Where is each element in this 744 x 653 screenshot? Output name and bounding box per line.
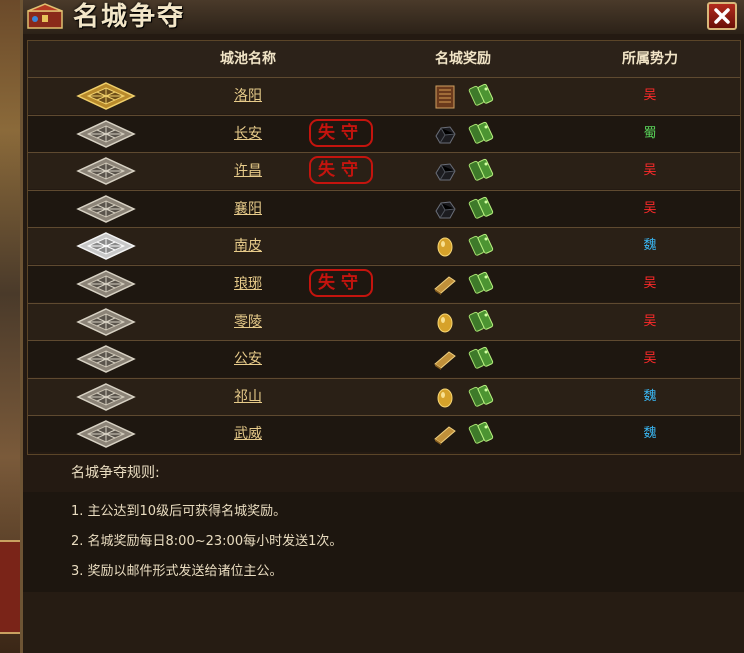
window-title: 名城争夺 — [73, 2, 186, 32]
faction-label: 魏 — [643, 388, 657, 404]
green-jade-icon[interactable] — [468, 121, 496, 151]
city-name-link[interactable]: 南皮 — [208, 228, 288, 264]
city-name-link[interactable]: 琅琊 — [208, 266, 288, 302]
table-row: 长安 失守 蜀 — [28, 114, 740, 152]
city-name-link[interactable]: 武威 — [208, 416, 288, 452]
faction-label: 吴 — [643, 276, 657, 291]
green-jade-icon[interactable] — [468, 346, 496, 376]
rules-area: 1. 主公达到10级后可获得名城奖励。 2. 名城奖励每日8:00~23:00每… — [23, 492, 744, 592]
city-name-link[interactable]: 许昌 — [208, 153, 288, 189]
faction-label: 吴 — [643, 200, 657, 216]
lost-stamp: 失守 — [309, 269, 373, 297]
title-bar: 名城争夺 — [23, 0, 744, 34]
rule-item: 3. 奖励以邮件形式发送给诸位主公。 — [71, 564, 283, 579]
city-map-icon — [76, 307, 136, 337]
gold-bar-icon[interactable] — [433, 273, 457, 301]
faction-label: 吴 — [643, 313, 657, 329]
rule-item: 1. 主公达到10级后可获得名城奖励。 — [71, 504, 287, 519]
header-faction: 所属势力 — [622, 51, 678, 67]
treasure-chest-icon — [27, 3, 63, 29]
gold-bar-icon[interactable] — [433, 348, 457, 376]
rule-item: 2. 名城奖励每日8:00~23:00每小时发送1次。 — [71, 534, 343, 549]
gold-nugget-icon[interactable] — [433, 235, 457, 263]
city-name-link[interactable]: 祁山 — [208, 379, 288, 415]
faction-label: 吴 — [643, 163, 657, 179]
table-row: 琅琊 失守 吴 — [28, 265, 740, 302]
gold-nugget-icon[interactable] — [433, 386, 457, 414]
faction-label: 吴 — [643, 88, 657, 103]
green-jade-icon[interactable] — [468, 196, 496, 226]
city-map-icon — [76, 419, 136, 449]
table-row: 洛阳 吴 — [28, 77, 740, 114]
black-ore-icon[interactable] — [433, 160, 457, 188]
city-table: 城池名称 名城奖励 所属势力 洛阳吴长安 失守蜀许昌 失守吴襄阳吴南皮魏琅琊 失守吴零… — [27, 40, 741, 455]
city-map-icon — [76, 119, 136, 149]
lost-stamp: 失守 — [309, 118, 373, 147]
book-icon[interactable] — [433, 85, 457, 113]
city-name-link[interactable]: 洛阳 — [208, 78, 288, 114]
city-name-link[interactable]: 零陵 — [208, 304, 288, 340]
black-ore-icon[interactable] — [433, 123, 457, 151]
green-jade-icon[interactable] — [468, 158, 496, 188]
table-row: 许昌 失守 吴 — [28, 152, 740, 190]
silver-city-map-icon — [76, 231, 136, 261]
gold-city-map-icon — [76, 81, 136, 111]
table-row: 公安 吴 — [28, 340, 740, 378]
table-row: 襄阳 吴 — [28, 189, 740, 227]
green-jade-icon[interactable] — [468, 271, 496, 301]
faction-label: 魏 — [643, 426, 657, 442]
gold-bar-icon[interactable] — [433, 423, 457, 451]
gold-nugget-icon[interactable] — [433, 311, 457, 339]
city-map-icon — [76, 194, 136, 224]
faction-label: 魏 — [643, 238, 657, 254]
green-jade-icon[interactable] — [468, 233, 496, 263]
header-city-name: 城池名称 — [220, 51, 276, 67]
city-map-icon — [76, 382, 136, 412]
green-jade-icon[interactable] — [468, 384, 496, 414]
green-jade-icon[interactable] — [468, 83, 496, 113]
faction-label: 吴 — [643, 351, 657, 367]
close-button[interactable] — [707, 2, 737, 30]
city-name-link[interactable]: 长安 — [208, 116, 288, 152]
table-header: 城池名称 名城奖励 所属势力 — [28, 41, 740, 77]
green-jade-icon[interactable] — [468, 421, 496, 451]
famous-city-panel: 名城争夺 城池名称 名城奖励 所属势力 洛阳吴长安 失守蜀许昌 失守吴襄阳吴南皮魏琅… — [20, 0, 744, 653]
close-icon — [714, 8, 730, 24]
black-ore-icon[interactable] — [433, 198, 457, 226]
city-name-link[interactable]: 襄阳 — [208, 191, 288, 227]
table-row: 零陵 吴 — [28, 302, 740, 340]
faction-label: 蜀 — [643, 125, 657, 141]
panel-footer — [23, 592, 744, 653]
city-name-link[interactable]: 公安 — [208, 341, 288, 377]
header-city-reward: 名城奖励 — [435, 51, 491, 67]
rules-title: 名城争夺规则: — [71, 465, 160, 481]
table-row: 武威 魏 — [28, 415, 740, 453]
lost-stamp: 失守 — [309, 156, 373, 185]
city-map-icon — [76, 344, 136, 374]
city-map-icon — [76, 269, 136, 299]
table-row: 祁山 魏 — [28, 377, 740, 415]
city-map-icon — [76, 156, 136, 186]
table-row: 南皮 魏 — [28, 227, 740, 265]
green-jade-icon[interactable] — [468, 309, 496, 339]
